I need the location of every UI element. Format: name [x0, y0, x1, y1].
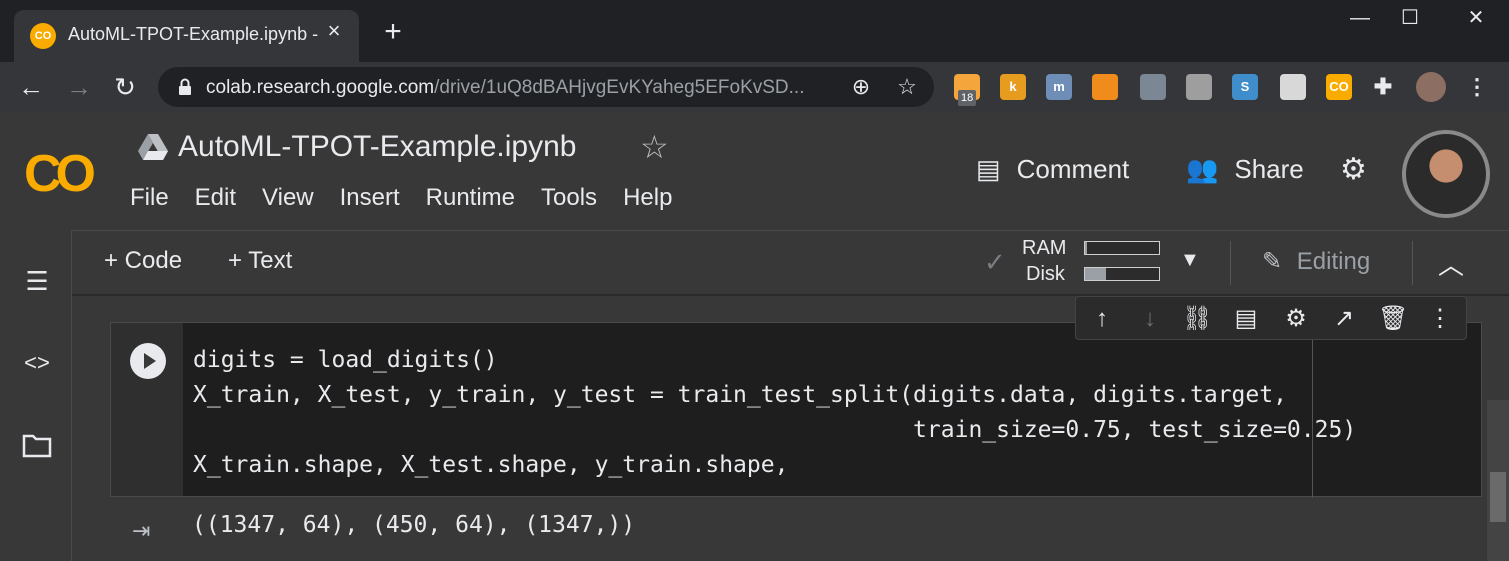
notebook-toolbar: + Code + Text ✓ RAM Disk ▼ ✎ Editing ︿ [72, 230, 1509, 294]
table-of-contents-icon[interactable]: ☰ [22, 266, 52, 296]
share-label: Share [1234, 153, 1304, 184]
user-avatar[interactable] [1402, 130, 1490, 218]
notebook-area: digits = load_digits() X_train, X_test, y… [72, 294, 1509, 561]
ram-usage-bar [1084, 241, 1160, 255]
editing-label: Editing [1296, 248, 1371, 275]
google-drive-icon [138, 134, 168, 160]
star-icon[interactable]: ☆ [640, 128, 669, 166]
menu-file[interactable]: File [130, 184, 169, 212]
minimize-icon[interactable]: — [1340, 6, 1380, 30]
menu-bar: File Edit View Insert Runtime Tools Help [130, 184, 698, 212]
connected-check-icon: ✓ [984, 247, 1006, 277]
extension-shield-icon[interactable] [1092, 74, 1118, 100]
browser-menu-icon[interactable]: ⋮ [1464, 74, 1490, 100]
comment-button[interactable]: ▤ Comment [976, 152, 1129, 186]
comment-icon: ▤ [976, 153, 1001, 184]
extension-k-icon[interactable]: k [1000, 74, 1026, 100]
collapse-chevron-icon[interactable]: ︿ [1438, 245, 1464, 282]
menu-tools[interactable]: Tools [541, 184, 597, 212]
pencil-icon: ✎ [1262, 248, 1283, 275]
code-editor[interactable]: digits = load_digits() X_train, X_test, y… [193, 343, 1356, 483]
browser-toolbar: ← → ↻ colab.research.google.com/drive/1u… [0, 62, 1509, 112]
url-text: colab.research.google.com/drive/1uQ8dBAH… [206, 77, 805, 98]
bookmark-star-icon[interactable]: ☆ [894, 74, 920, 100]
profile-avatar[interactable] [1416, 72, 1446, 102]
output-indicator-icon[interactable]: ⇥ [132, 518, 150, 544]
move-down-icon[interactable]: ↓ [1136, 305, 1164, 333]
extension-graduation-icon[interactable] [1140, 74, 1166, 100]
extension-colab-icon[interactable]: CO [1326, 74, 1352, 100]
colab-header: CO AutoML-TPOT-Example.ipynb ☆ File Edit… [0, 112, 1509, 230]
menu-edit[interactable]: Edit [195, 184, 236, 212]
ram-label: RAM [1022, 237, 1067, 259]
new-tab-icon[interactable]: + [380, 17, 406, 47]
scrollbar-thumb[interactable] [1490, 472, 1506, 522]
colab-favicon-icon: CO [30, 23, 56, 49]
share-button[interactable]: 👥 Share [1186, 152, 1304, 186]
window-close-icon[interactable]: ✕ [1456, 6, 1496, 30]
line-length-ruler [1312, 323, 1313, 498]
editing-button[interactable]: ✎ Editing [1262, 247, 1370, 276]
back-arrow-icon[interactable]: ← [16, 72, 46, 102]
close-icon[interactable]: × [323, 20, 345, 42]
code-snippets-icon[interactable]: <> [22, 348, 52, 378]
more-options-icon[interactable]: ⋮ [1426, 305, 1454, 333]
disk-label: Disk [1026, 263, 1065, 285]
move-up-icon[interactable]: ↑ [1088, 305, 1116, 333]
run-cell-button[interactable] [130, 343, 166, 379]
settings-gear-icon[interactable]: ⚙ [1282, 305, 1310, 333]
browser-tab[interactable]: CO AutoML-TPOT-Example.ipynb - C × [14, 10, 359, 62]
cell-output: ((1347, 64), (450, 64), (1347,)) [192, 512, 636, 538]
code-line: digits = load_digits() [193, 347, 498, 373]
lock-icon [179, 78, 191, 95]
runtime-dropdown-icon[interactable]: ▼ [1180, 249, 1200, 272]
delete-trash-icon[interactable]: 🗑 [1378, 305, 1408, 333]
divider [1230, 241, 1231, 285]
add-text-button[interactable]: + Text [228, 247, 292, 275]
settings-gear-icon[interactable]: ⚙ [1340, 152, 1367, 186]
code-line: X_train, X_test, y_train, y_test = train… [193, 382, 1287, 408]
menu-help[interactable]: Help [623, 184, 672, 212]
link-icon[interactable]: ⛓ [1182, 305, 1212, 333]
menu-view[interactable]: View [262, 184, 314, 212]
open-external-icon[interactable]: ↗ [1330, 305, 1358, 333]
zoom-icon[interactable]: ⊕ [848, 74, 874, 100]
extension-m-icon[interactable]: m [1046, 74, 1072, 100]
cell-action-toolbar: ↑ ↓ ⛓ ▤ ⚙ ↗ 🗑 ⋮ [1075, 296, 1467, 340]
menu-runtime[interactable]: Runtime [426, 184, 515, 212]
extensions-puzzle-icon[interactable]: ✚ [1370, 74, 1396, 100]
address-bar[interactable]: colab.research.google.com/drive/1uQ8dBAH… [158, 67, 934, 107]
code-line: train_size=0.75, test_size=0.25) [193, 417, 1357, 443]
comment-icon[interactable]: ▤ [1232, 305, 1260, 333]
disk-usage-bar [1084, 267, 1160, 281]
tab-title: AutoML-TPOT-Example.ipynb - C [68, 24, 318, 44]
people-icon: 👥 [1186, 153, 1219, 184]
extension-s-icon[interactable]: S [1232, 74, 1258, 100]
folder-icon[interactable] [22, 432, 52, 462]
maximize-icon[interactable]: ☐ [1390, 6, 1430, 30]
comment-label: Comment [1016, 153, 1130, 184]
extension-badge: 18 [958, 90, 977, 106]
notebook-title[interactable]: AutoML-TPOT-Example.ipynb [178, 130, 576, 164]
divider [1412, 241, 1413, 285]
menu-insert[interactable]: Insert [340, 184, 400, 212]
extension-puzzle-dark-icon[interactable] [1186, 74, 1212, 100]
code-cell[interactable]: digits = load_digits() X_train, X_test, y… [110, 322, 1482, 498]
left-sidebar: ☰ <> [0, 230, 72, 561]
add-code-button[interactable]: + Code [104, 247, 182, 275]
forward-arrow-icon[interactable]: → [64, 72, 94, 102]
reload-icon[interactable]: ↻ [110, 72, 140, 102]
code-line: X_train.shape, X_test.shape, y_train.sha… [193, 452, 789, 478]
cell-gutter [111, 323, 183, 496]
colab-logo[interactable]: CO [24, 144, 96, 204]
extension-doc-icon[interactable] [1280, 74, 1306, 100]
browser-tab-bar: CO AutoML-TPOT-Example.ipynb - C × + — ☐… [0, 0, 1509, 62]
